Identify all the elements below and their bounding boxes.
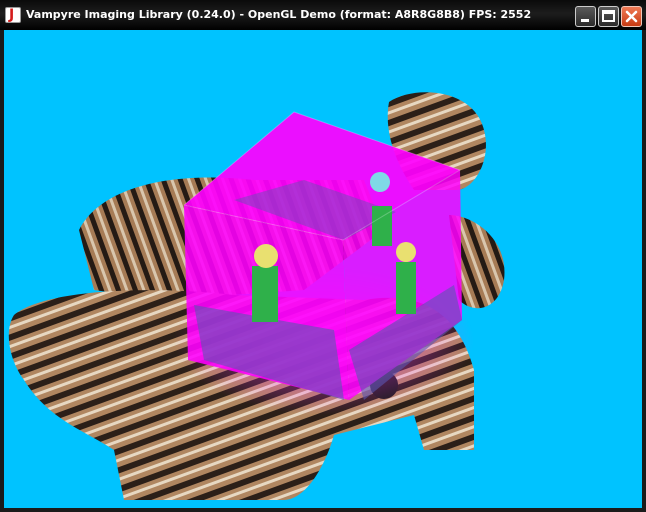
opengl-viewport[interactable] (4, 30, 642, 508)
app-logo-icon[interactable]: J (5, 7, 21, 23)
window-border-right (642, 30, 646, 512)
close-icon (625, 10, 638, 23)
title-bar[interactable]: J Vampyre Imaging Library (0.24.0) - Ope… (0, 0, 646, 30)
rendered-scene (8, 92, 505, 500)
maximize-button[interactable] (598, 6, 619, 27)
window-title: Vampyre Imaging Library (0.24.0) - OpenG… (26, 8, 532, 21)
minimize-icon (581, 19, 589, 22)
window-border-bottom (0, 508, 646, 512)
maximize-icon (602, 10, 615, 22)
close-button[interactable] (621, 6, 642, 27)
minimize-button[interactable] (575, 6, 596, 27)
app-window: J Vampyre Imaging Library (0.24.0) - Ope… (0, 0, 646, 512)
app-logo-letter: J (9, 7, 15, 23)
